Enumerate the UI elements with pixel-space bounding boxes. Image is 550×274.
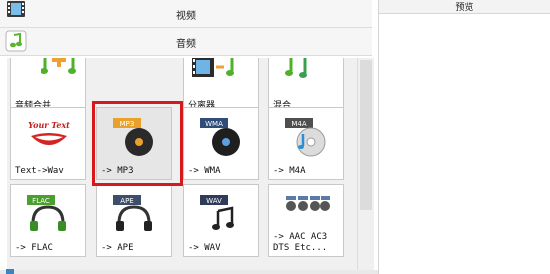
wma-badge: WMA bbox=[205, 120, 223, 128]
flac-headphones-icon: FLAC bbox=[27, 195, 66, 231]
tile-label: -> WMA bbox=[188, 166, 221, 176]
category-audio-label: 音频 bbox=[176, 39, 196, 50]
tile-label: -> FLAC bbox=[15, 243, 53, 253]
wav-music-note-icon: WAV bbox=[200, 195, 234, 230]
tile-label: -> WAV bbox=[188, 243, 221, 253]
tile-label: Text->Wav bbox=[15, 166, 64, 176]
ape-badge: APE bbox=[120, 197, 133, 205]
ape-headphones-icon: APE bbox=[113, 195, 152, 231]
category-audio[interactable]: 音频 bbox=[0, 28, 372, 56]
tile-text-to-wav[interactable]: Your Text Text->Wav bbox=[10, 107, 86, 180]
tile-m4a[interactable]: M4A -> M4A bbox=[268, 107, 344, 180]
m4a-disc-icon: M4A bbox=[285, 118, 326, 157]
your-text-lips-icon: Your Text bbox=[28, 120, 70, 145]
multi-format-icon bbox=[286, 196, 330, 211]
tile-wav[interactable]: WAV -> WAV bbox=[183, 184, 259, 257]
bottom-strip bbox=[0, 270, 378, 274]
preview-header: 预览 bbox=[379, 0, 550, 14]
category-video[interactable]: 视频 bbox=[0, 0, 372, 28]
audio-mix-icon bbox=[285, 58, 307, 78]
tile-label: -> AAC AC3 DTS Etc... bbox=[273, 232, 328, 253]
format-panel: 视频 音频 音频合并 分离器 混合 Your Text Text->Wav MP… bbox=[0, 0, 379, 274]
preview-label: 预览 bbox=[455, 3, 474, 13]
category-video-label: 视频 bbox=[176, 11, 196, 22]
tile-label: -> APE bbox=[101, 243, 134, 253]
grid-scrollbar[interactable] bbox=[357, 58, 374, 270]
tile-label: -> M4A bbox=[273, 166, 306, 176]
tile-ape[interactable]: APE -> APE bbox=[96, 184, 172, 257]
preview-pane: 预览 bbox=[379, 0, 550, 274]
audio-merge-icon bbox=[41, 58, 76, 74]
scrollbar-thumb[interactable] bbox=[360, 60, 372, 210]
wav-badge: WAV bbox=[206, 197, 222, 205]
tile-wma[interactable]: WMA -> WMA bbox=[183, 107, 259, 180]
selection-highlight bbox=[92, 101, 183, 186]
your-text-badge: Your Text bbox=[28, 120, 70, 130]
wma-disc-icon: WMA bbox=[200, 118, 240, 156]
tile-flac[interactable]: FLAC -> FLAC bbox=[10, 184, 86, 257]
audio-tool-grid: 音频合并 分离器 混合 Your Text Text->Wav MP3 -> M… bbox=[7, 58, 357, 270]
flac-badge: FLAC bbox=[32, 197, 50, 205]
tile-aac-ac3-dts[interactable]: -> AAC AC3 DTS Etc... bbox=[268, 184, 344, 257]
audio-splitter-icon bbox=[192, 58, 234, 77]
bottom-accent bbox=[6, 269, 14, 274]
m4a-badge: M4A bbox=[291, 120, 306, 128]
